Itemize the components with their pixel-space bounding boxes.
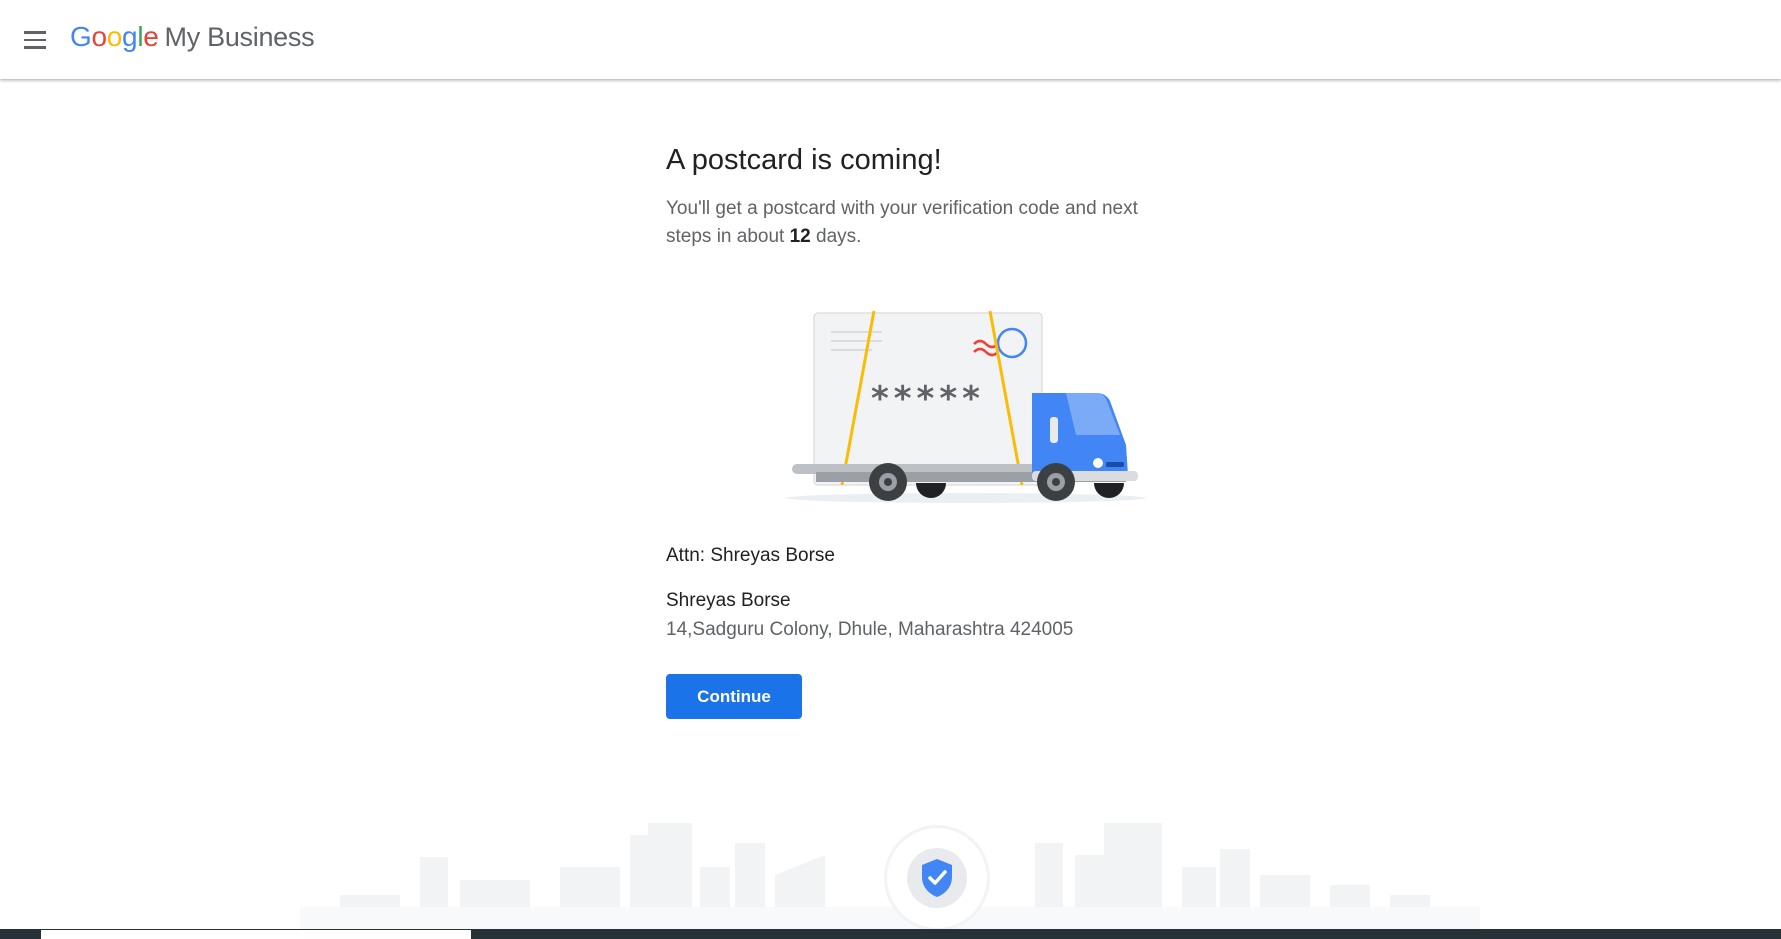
- google-my-business-logo[interactable]: Google My Business: [70, 21, 315, 59]
- logo-letter: G: [70, 21, 92, 52]
- subtitle-text-end: days.: [810, 226, 862, 247]
- app-bar: Google My Business: [0, 0, 1781, 79]
- verified-badge: [884, 825, 990, 931]
- postcard-truck-illustration: *****: [786, 310, 1146, 503]
- postcard-message: A postcard is coming! You'll get a postc…: [666, 144, 1186, 251]
- continue-button[interactable]: Continue: [666, 674, 802, 719]
- address-name: Shreyas Borse: [666, 590, 791, 611]
- days-count: 12: [789, 226, 811, 247]
- page-subtitle: You'll get a postcard with your verifica…: [666, 195, 1176, 251]
- logo-letter: g: [122, 21, 138, 52]
- address-line: 14,Sadguru Colony, Dhule, Maharashtra 42…: [666, 619, 1074, 640]
- logo-letter: e: [143, 21, 159, 52]
- attention-line: Attn: Shreyas Borse: [666, 545, 835, 566]
- logo-letter: o: [91, 21, 107, 52]
- hamburger-menu-icon[interactable]: [14, 22, 56, 58]
- verified-shield-icon: [922, 859, 952, 897]
- bottom-tab: [41, 930, 471, 939]
- page-title: A postcard is coming!: [666, 144, 942, 176]
- logo-letter: o: [106, 21, 123, 52]
- illustration-code-text: *****: [871, 379, 985, 419]
- logo-product-name: My Business: [164, 22, 315, 52]
- subtitle-text: You'll get a postcard with your verifica…: [666, 198, 1138, 247]
